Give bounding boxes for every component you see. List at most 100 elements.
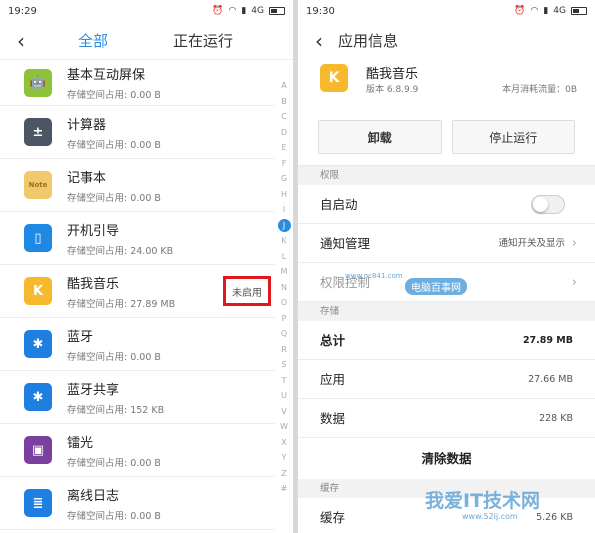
app-name: 开机引导 [67,223,120,239]
cache-label: 缓存 [320,510,346,525]
app-storage: 存储空间占用: 0.00 B [67,510,161,522]
list-item[interactable]: Note 记事本 存储空间占用: 0.00 B [0,159,275,212]
notification-label: 通知管理 [320,236,371,251]
tab-all[interactable]: 全部 [78,22,108,60]
storage-data-row: 数据 228 KB [298,399,595,438]
index-letter[interactable]: I [283,202,285,218]
storage-data-value: 228 KB [539,413,573,424]
app-name: 计算器 [67,117,107,133]
index-letter[interactable]: X [281,435,286,451]
index-letter[interactable]: D [281,125,287,141]
app-storage: 存储空间占用: 27.89 MB [67,298,176,310]
storage-total-label: 总计 [320,333,346,348]
watermark-name-2: 我爱IT技术网 [425,490,541,512]
index-letter[interactable]: R [281,342,287,358]
index-letter[interactable]: N [281,280,287,296]
notification-value: 通知开关及显示 [498,238,565,249]
kuwo-music-icon: K [320,64,348,92]
index-letter[interactable]: # [281,481,288,497]
notification-row[interactable]: 通知管理 通知开关及显示 › [298,224,595,263]
alarm-icon: ⏰ [514,6,526,16]
autostart-label: 自启动 [320,197,358,212]
index-letter[interactable]: K [281,233,286,249]
watermark-url-2: www.52ij.com [462,512,518,521]
index-letter[interactable]: S [281,357,286,373]
index-letter[interactable]: M [281,264,288,280]
battery-icon [571,7,587,15]
status-time: 19:30 [306,5,335,17]
index-letter[interactable]: E [281,140,286,156]
alphabet-index[interactable]: A B C D E F G H I J K L M N O P Q R S T U V W X Y Z # [275,78,293,497]
signal-icon: ▮ [543,6,549,16]
chevron-right-icon: › [571,236,577,251]
index-letter[interactable]: T [282,373,287,389]
storage-app-row: 应用 27.66 MB [298,360,595,399]
bluetooth-share-icon: ✱ [24,383,52,411]
index-letter[interactable]: Z [281,466,286,482]
index-letter[interactable]: B [281,94,287,110]
storage-data-label: 数据 [320,411,346,426]
autostart-toggle[interactable] [531,195,565,214]
battery-icon [269,7,285,15]
index-letter[interactable]: U [281,388,287,404]
signal-icon: ▮ [241,6,247,16]
back-arrow-icon[interactable]: ‹ [6,22,36,60]
index-letter[interactable]: J [277,218,291,232]
app-info-screen: 19:30 ⏰ ◠ ▮ 4G ‹ 应用信息 K 酷我音乐 版本 6.8.9.9 … [298,0,595,533]
index-letter[interactable]: H [281,187,287,203]
app-storage: 存储空间占用: 152 KB [67,404,165,416]
list-header: ‹ 全部 正在运行 [0,22,293,60]
index-letter[interactable]: G [281,171,287,187]
network-type: 4G [251,6,264,16]
index-letter[interactable]: O [281,295,287,311]
uninstall-button[interactable]: 卸载 [318,120,442,154]
app-name: 镭光 [67,435,94,451]
notepad-icon: Note [24,171,52,199]
force-stop-button[interactable]: 停止运行 [451,120,575,154]
section-storage: 存储 [298,302,595,321]
index-letter[interactable]: A [281,78,286,94]
list-item[interactable]: 🤖 基本互动屏保 存储空间占用: 0.00 B [0,60,275,106]
laser-icon: ▣ [24,436,52,464]
cache-value: 5.26 KB [536,512,573,523]
list-item[interactable]: K 酷我音乐 存储空间占用: 27.89 MB 未启用 [0,265,275,318]
index-letter[interactable]: W [280,419,288,435]
index-letter[interactable]: V [281,404,286,420]
tab-running[interactable]: 正在运行 [173,22,233,60]
index-letter[interactable]: P [282,311,287,327]
android-icon: 🤖 [24,68,52,97]
monthly-traffic: 本月消耗流量：0B [502,85,577,95]
network-type: 4G [553,6,566,16]
app-name: 离线日志 [67,488,120,504]
log-icon: ≣ [24,489,52,517]
status-bar: 19:29 ⏰ ◠ ▮ 4G [0,0,293,22]
bluetooth-icon: ✱ [24,330,52,358]
watermark-url-1: www.pc841.com [345,272,403,280]
action-buttons: 卸载 停止运行 [298,108,595,166]
storage-total-row: 总计 27.89 MB [298,321,595,360]
index-letter[interactable]: L [282,249,286,265]
list-item[interactable]: ✱ 蓝牙共享 存储空间占用: 152 KB [0,371,275,424]
info-header: ‹ 应用信息 [298,22,595,60]
index-letter[interactable]: F [282,156,287,172]
list-item[interactable]: ▯ 开机引导 存储空间占用: 24.00 KB [0,212,275,265]
list-item[interactable]: ▣ 镭光 存储空间占用: 0.00 B [0,424,275,477]
phone-icon: ▯ [24,224,52,252]
app-name: 记事本 [67,170,107,186]
index-letter[interactable]: Y [282,450,287,466]
alarm-icon: ⏰ [212,6,224,16]
list-item[interactable]: ± 计算器 存储空间占用: 0.00 B [0,106,275,159]
back-arrow-icon[interactable]: ‹ [304,22,334,60]
status-bar: 19:30 ⏰ ◠ ▮ 4G [298,0,595,22]
chevron-right-icon: › [571,275,577,290]
section-permissions: 权限 [298,166,595,185]
app-name: 基本互动屏保 [67,68,146,83]
app-storage: 存储空间占用: 0.00 B [67,139,161,151]
index-letter[interactable]: C [281,109,287,125]
list-item[interactable]: ≣ 离线日志存储空间占用: 0.00 B [0,477,275,530]
list-item[interactable]: ✱ 蓝牙 存储空间占用: 0.00 B [0,318,275,371]
index-letter[interactable]: Q [281,326,287,342]
kuwo-music-icon: K [24,277,52,305]
autostart-row[interactable]: 自启动 [298,185,595,224]
clear-data-button[interactable]: 清除数据 [298,438,595,479]
